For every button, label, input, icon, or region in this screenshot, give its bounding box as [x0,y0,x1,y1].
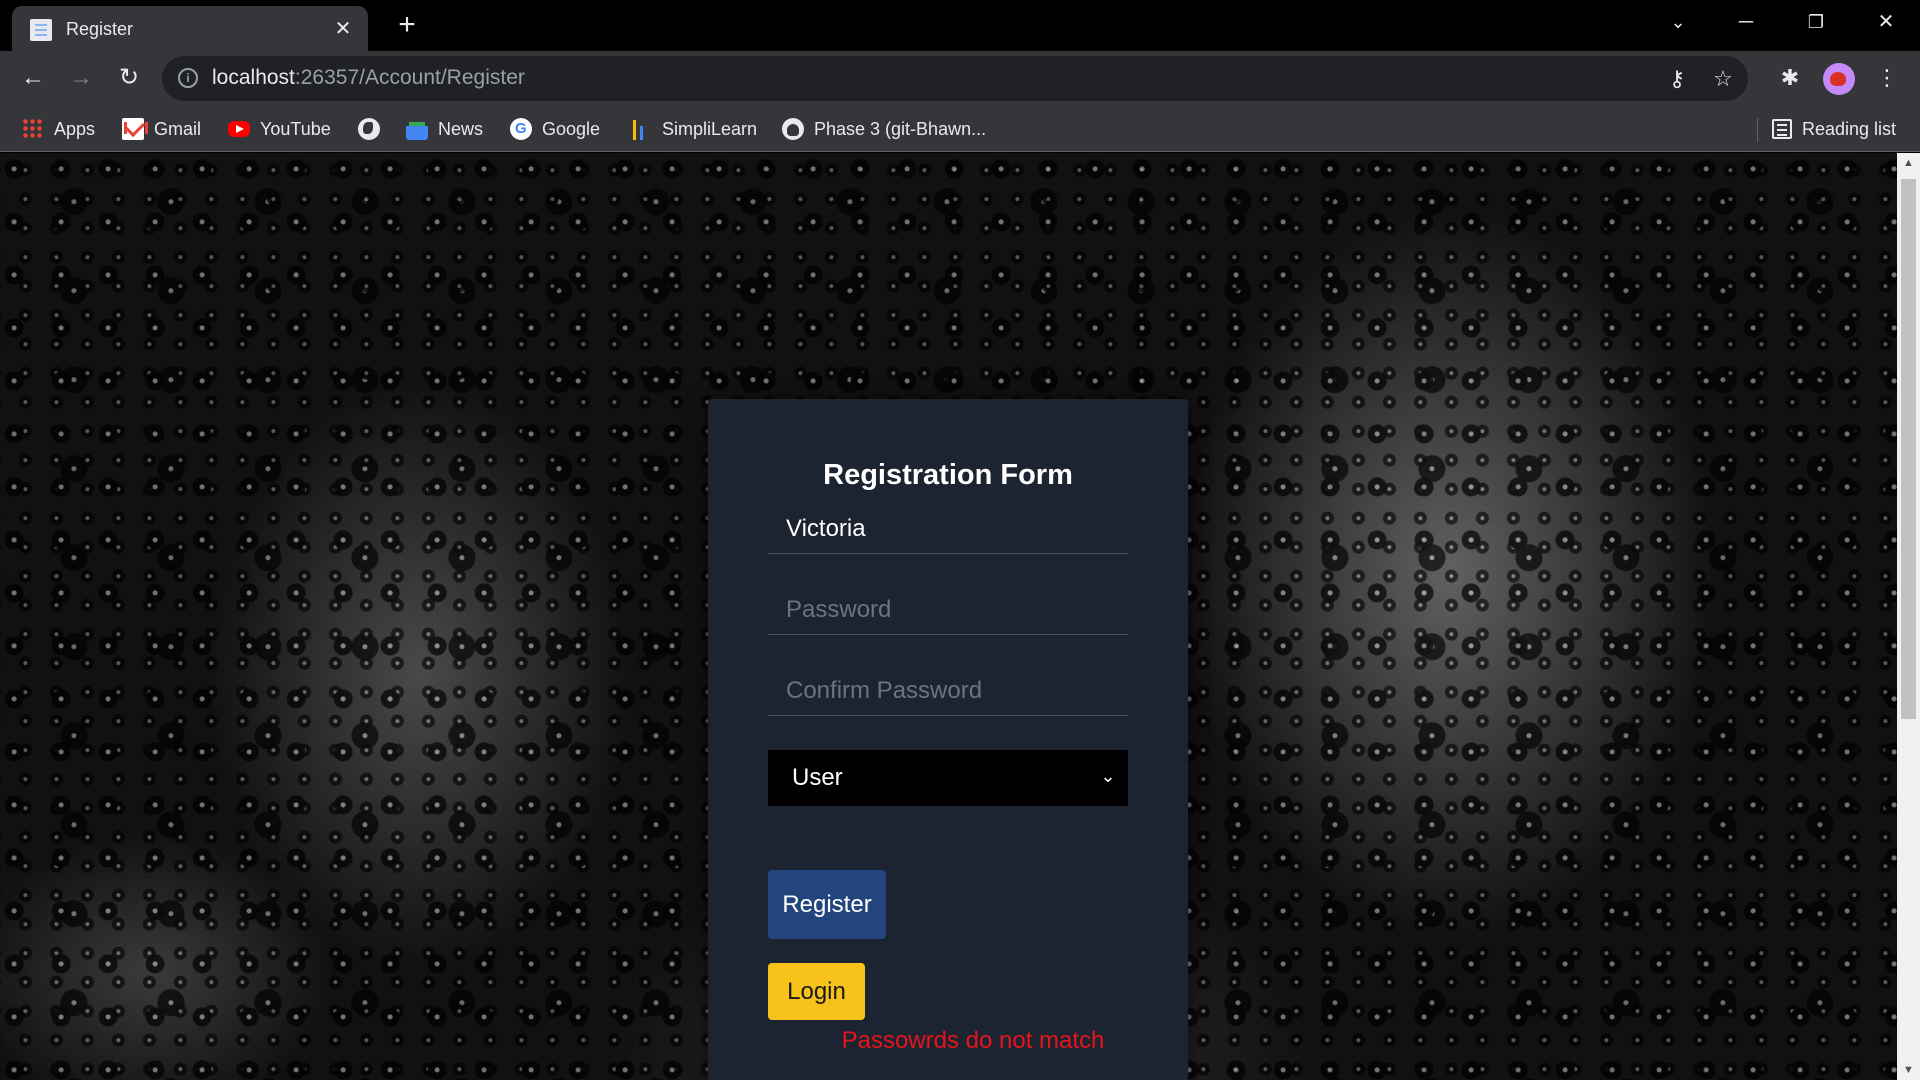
bookmark-label: SimpliLearn [662,118,758,139]
back-icon[interactable]: ← [16,61,50,95]
registration-card: Registration Form User ⌄ Register Login … [708,399,1188,1080]
close-window-icon[interactable]: ✕ [1852,0,1920,44]
bookmark-label: News [438,118,484,139]
apps-icon [22,118,44,140]
bookmark-simplilearn[interactable]: SimpliLearn [630,116,757,142]
confirm-password-input[interactable] [768,666,1128,716]
reading-list-label: Reading list [1802,118,1897,139]
bookmarks-divider [1757,118,1758,142]
form-title: Registration Form [823,459,1073,491]
browser-tab[interactable]: Register ✕ [12,6,368,51]
reading-list-icon [1772,119,1792,139]
globe-icon [358,118,380,140]
bookmark-label: YouTube [260,118,331,139]
error-message: Passowrds do not match [841,1027,1105,1054]
google-icon [510,118,532,140]
scrollbar-thumb[interactable] [1901,179,1916,719]
tab-title: Register [66,19,134,39]
gmail-icon [122,118,148,140]
github-icon [782,118,804,140]
scroll-down-icon[interactable]: ▼ [1897,1060,1920,1080]
browser-toolbar: ← → ↻ i localhost:26357/Account/Register… [0,51,1920,106]
extensions-puzzle-icon[interactable]: ✱ [1773,61,1807,95]
close-tab-icon[interactable]: ✕ [330,16,356,42]
bookmark-apps[interactable]: Apps [22,116,95,142]
page-favicon-icon [30,19,52,41]
password-input[interactable] [768,585,1128,635]
role-select[interactable]: User ⌄ [768,750,1128,806]
tab-strip: Register ✕ + ⌄ ─ ❐ ✕ [0,0,1920,51]
register-button[interactable]: Register [768,870,886,939]
minimize-icon[interactable]: ─ [1712,0,1780,44]
url-path: :26357/Account/Register [294,66,525,89]
role-selected-value: User [792,764,843,791]
forward-icon[interactable]: → [64,61,98,95]
address-bar[interactable]: i localhost:26357/Account/Register ⚷ ☆ [162,56,1748,101]
login-button[interactable]: Login [768,963,865,1020]
url-host: localhost [212,66,295,89]
youtube-icon [228,121,250,137]
bookmark-label: Google [542,118,601,139]
reading-list-button[interactable]: Reading list [1772,116,1896,142]
page-background: Registration Form User ⌄ Register Login … [0,153,1897,1080]
bookmark-label: Gmail [154,118,202,139]
restore-icon[interactable]: ❐ [1782,0,1850,44]
bookmark-news[interactable]: News [406,116,483,142]
url-text[interactable]: localhost:26357/Account/Register [212,66,525,90]
site-info-icon[interactable]: i [178,68,198,88]
new-tab-icon[interactable]: + [392,10,422,40]
bookmark-github[interactable]: Phase 3 (git-Bhawn... [782,116,986,142]
profile-avatar[interactable] [1823,63,1855,95]
bookmark-gmail[interactable]: Gmail [122,116,201,142]
bookmark-star-icon[interactable]: ☆ [1708,64,1738,94]
scroll-up-icon[interactable]: ▲ [1897,153,1920,173]
username-input[interactable] [768,504,1128,554]
bookmarks-bar: Apps Gmail YouTube News Google SimpliLea… [0,106,1920,152]
vertical-scrollbar[interactable]: ▲ ▼ [1897,153,1920,1080]
simplilearn-icon [630,118,652,140]
news-icon [406,118,428,140]
bookmark-label: Phase 3 (git-Bhawn... [814,118,987,139]
menu-kebab-icon[interactable]: ⋮ [1870,61,1904,95]
chevron-down-icon: ⌄ [1100,766,1116,786]
bookmark-label: Apps [54,118,96,139]
tab-search-icon[interactable]: ⌄ [1644,0,1712,44]
key-icon[interactable]: ⚷ [1662,64,1692,94]
bookmark-google[interactable]: Google [510,116,600,142]
bookmark-globe[interactable] [358,116,390,142]
bookmark-youtube[interactable]: YouTube [228,116,331,142]
reload-icon[interactable]: ↻ [112,61,146,95]
